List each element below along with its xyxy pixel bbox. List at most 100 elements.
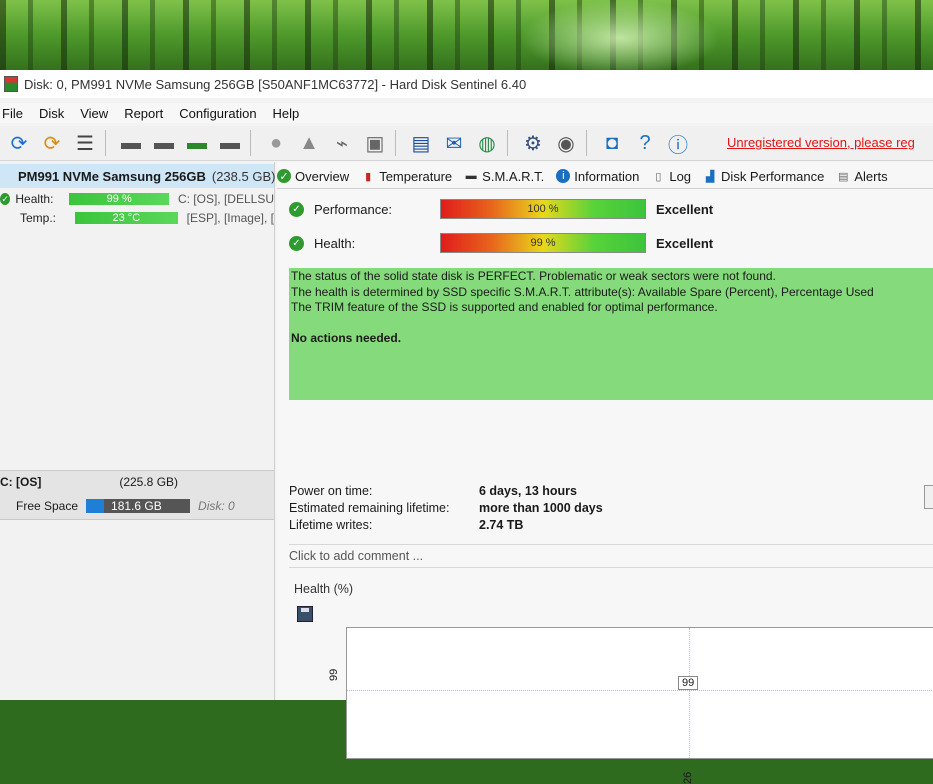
menu-configuration[interactable]: Configuration: [179, 106, 256, 121]
thermometer-icon: ▮: [365, 170, 372, 183]
writes-row: Lifetime writes: 2.74 TB: [289, 518, 929, 535]
report-icon[interactable]: ▤: [407, 129, 435, 157]
menu-help[interactable]: Help: [273, 106, 300, 121]
screenshot-icon[interactable]: ◘: [598, 129, 626, 157]
disk-health-row: ✓ Health: 99 % C: [OS], [DELLSU: [0, 190, 274, 208]
side-button[interactable]: [924, 485, 933, 509]
disk-clock-icon[interactable]: ▬: [150, 129, 178, 157]
tab-smart[interactable]: ▬ S.M.A.R.T.: [464, 168, 545, 184]
disk-entry[interactable]: PM991 NVMe Samsung 256GB (238.5 GB) D: [0, 164, 287, 188]
tab-disk-performance[interactable]: ▟ Disk Performance: [703, 169, 825, 184]
writes-label: Lifetime writes:: [289, 518, 373, 532]
info-icon: i: [556, 169, 571, 183]
tab-label: Overview: [295, 168, 350, 184]
mail-icon[interactable]: ✉: [440, 129, 468, 157]
tab-overview[interactable]: ✓ Overview: [277, 169, 349, 184]
health-bar: 99 %: [69, 193, 169, 205]
info-icon[interactable]: ⓘ: [664, 129, 692, 157]
alerts-icon: ▤: [838, 170, 849, 183]
menu-disk[interactable]: Disk: [39, 106, 64, 121]
hdd-icon[interactable]: ●: [262, 129, 290, 157]
refresh-icon[interactable]: ⟳: [5, 129, 33, 157]
performance-label: Performance:: [314, 201, 393, 217]
desktop-background: [0, 0, 933, 76]
status-line-3: The TRIM feature of the SSD is supported…: [291, 300, 718, 314]
save-icon[interactable]: [297, 606, 313, 622]
title-bar: Disk: 0, PM991 NVMe Samsung 256GB [S50AN…: [0, 70, 933, 98]
lifetime-label: Estimated remaining lifetime:: [289, 501, 450, 515]
status-action: No actions needed.: [291, 330, 402, 345]
tab-log[interactable]: ▯ Log: [651, 169, 691, 184]
toolbar-separator: [586, 130, 587, 156]
performance-row: ✓ Performance: 100 % Excellent: [289, 198, 929, 220]
health-row: ✓ Health: 99 % Excellent: [289, 232, 929, 254]
menu-bar: File Disk View Report Configuration Help: [0, 103, 933, 123]
power-on-row: Power on time: 6 days, 13 hours: [289, 484, 929, 501]
performance-gauge: 100 %: [440, 199, 646, 219]
toolbar-separator: [507, 130, 508, 156]
tab-label: Information: [574, 168, 640, 184]
writes-value: 2.74 TB: [479, 518, 524, 532]
help-icon[interactable]: ?: [631, 129, 659, 157]
toolbar-separator: [105, 130, 106, 156]
volume-entry[interactable]: C: [OS] (225.8 GB) Free Space 181.6 GB D…: [0, 470, 274, 520]
menu-view[interactable]: View: [80, 106, 108, 121]
speaker-icon[interactable]: ◉: [552, 129, 580, 157]
status-message-box: The status of the solid state disk is PE…: [289, 268, 933, 400]
free-space-value: 181.6 GB: [111, 499, 162, 513]
tab-alerts[interactable]: ▤ Alerts: [836, 169, 887, 184]
app-window: Disk: 0, PM991 NVMe Samsung 256GB [S50AN…: [0, 70, 933, 784]
check-icon: ✓: [289, 235, 304, 251]
lifetime-row: Estimated remaining lifetime: more than …: [289, 501, 929, 518]
chart-point-label: 99: [678, 676, 699, 690]
chart-y-tick: 99: [328, 668, 340, 681]
list-icon[interactable]: ☰: [71, 129, 99, 157]
lifetime-value: more than 1000 days: [479, 501, 603, 515]
disk-check-icon[interactable]: ▬: [183, 129, 211, 157]
health-label: Health:: [314, 235, 356, 251]
chart-x-tick: 26: [682, 771, 694, 784]
globe-icon[interactable]: ◍: [473, 129, 501, 157]
refresh-all-icon[interactable]: ⟳: [38, 129, 66, 157]
tab-label: Alerts: [854, 168, 888, 184]
unregistered-link[interactable]: Unregistered version, please reg: [727, 135, 915, 150]
check-icon: ✓: [289, 201, 304, 217]
tab-bar: ✓ Overview ▮ Temperature ▬ S.M.A.R.T. i Info…: [277, 164, 933, 189]
menu-report[interactable]: Report: [124, 106, 163, 121]
status-line-1: The status of the solid state disk is PE…: [291, 269, 776, 283]
tab-label: S.M.A.R.T.: [482, 168, 545, 184]
app-icon: [4, 76, 18, 92]
tab-label: Temperature: [379, 168, 453, 184]
tab-information[interactable]: i Information: [556, 169, 639, 184]
volume-list-2: [ESP], [Image], [: [186, 211, 274, 225]
chart-y-gridline: [347, 690, 933, 691]
temp-label: Temp.:: [20, 211, 57, 225]
log-icon: ▯: [655, 170, 662, 183]
menu-file[interactable]: File: [2, 106, 23, 121]
toolbar-separator: [250, 130, 251, 156]
check-icon: ✓: [277, 169, 291, 183]
chart-icon: ▟: [705, 170, 715, 183]
power-on-label: Power on time:: [289, 484, 373, 498]
eject-icon[interactable]: ▲: [295, 129, 323, 157]
settings-icon[interactable]: ⚙: [519, 129, 547, 157]
check-icon: ✓: [0, 193, 11, 205]
volume-name: C: [OS]: [0, 475, 42, 489]
window-title: Disk: 0, PM991 NVMe Samsung 256GB [S50AN…: [24, 76, 527, 92]
disk-test-icon[interactable]: ▬: [216, 129, 244, 157]
disk-list-panel: PM991 NVMe Samsung 256GB (238.5 GB) D ✓ …: [0, 162, 287, 700]
disk-icon[interactable]: ▬: [117, 129, 145, 157]
usb-icon[interactable]: ⌁: [328, 129, 356, 157]
volume-free-row: Free Space 181.6 GB Disk: 0: [0, 497, 274, 515]
volume-size: (225.8 GB): [119, 475, 179, 489]
volume-head: C: [OS] (225.8 GB): [0, 473, 274, 491]
health-gauge: 99 %: [440, 233, 646, 253]
health-label: Health:: [15, 192, 54, 206]
volume-list: C: [OS], [DELLSU: [177, 192, 274, 206]
network-drive-icon[interactable]: ▣: [361, 129, 389, 157]
free-space-fill: [86, 499, 105, 513]
tab-temperature[interactable]: ▮ Temperature: [361, 169, 452, 184]
comment-field[interactable]: Click to add comment ...: [289, 544, 933, 568]
temp-bar: 23 °C: [75, 212, 178, 224]
free-space-bar: 181.6 GB: [86, 499, 191, 513]
